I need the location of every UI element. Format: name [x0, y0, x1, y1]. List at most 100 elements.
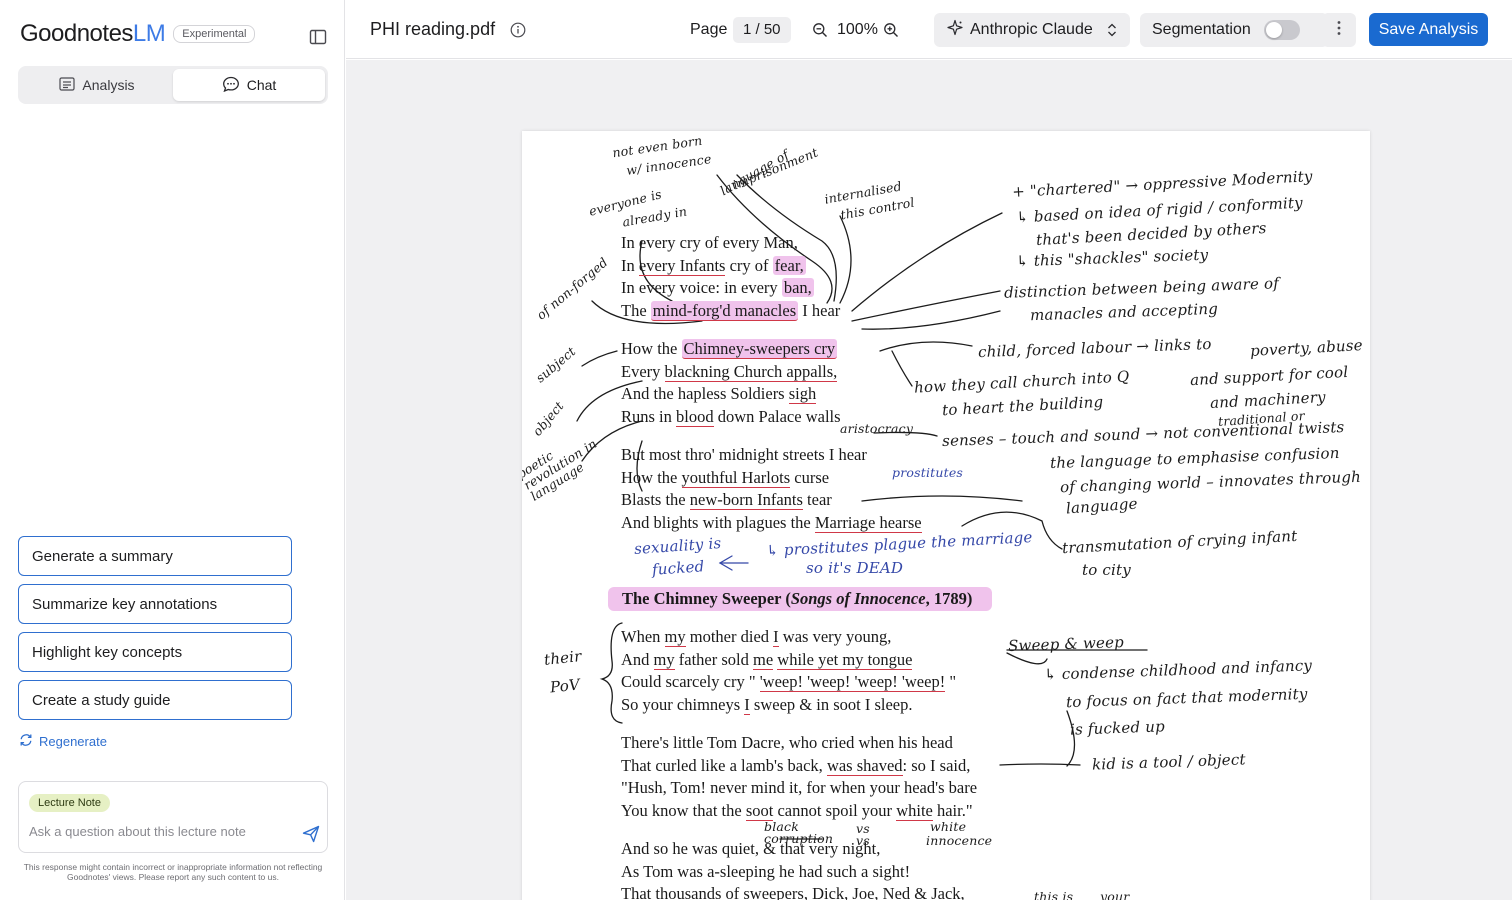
- underlined-text: youthful Harlots: [681, 467, 791, 488]
- app-window: Goodnotes LM Experimental Analysis Chat G…: [0, 0, 1512, 900]
- save-analysis-button[interactable]: Save Analysis: [1369, 13, 1488, 46]
- tab-chat[interactable]: Chat: [173, 69, 325, 101]
- tab-chat-label: Chat: [246, 77, 277, 93]
- document-viewer[interactable]: In every cry of every Man, In every Infan…: [346, 60, 1512, 900]
- underlined-text: was shaved: [826, 755, 903, 776]
- poem-line: And blights with plagues the Marriage he…: [621, 512, 922, 535]
- underlined-text: my: [664, 627, 686, 647]
- text-run: Runs in: [621, 406, 677, 426]
- poem-stanza: How the Chimney-sweepers cry Every blackn…: [621, 338, 841, 428]
- text-run: How the: [621, 339, 682, 358]
- toggle-knob: [1266, 22, 1282, 38]
- pdf-page[interactable]: In every cry of every Man, In every Infan…: [522, 131, 1370, 900]
- zoom-in-icon[interactable]: [883, 22, 899, 38]
- text-run: ": [945, 672, 957, 691]
- underlined-text: my: [653, 649, 675, 670]
- chat-input[interactable]: [29, 824, 289, 839]
- segmentation-toggle[interactable]: [1264, 20, 1300, 40]
- analysis-icon: [59, 76, 76, 94]
- poem-line: Blasts the new-born Infants tear: [621, 489, 922, 512]
- tab-analysis[interactable]: Analysis: [21, 69, 173, 101]
- poem-line: So your chimneys I sweep & in soot I sle…: [621, 694, 956, 717]
- tab-analysis-label: Analysis: [82, 77, 135, 93]
- underlined-text: new-born Infants: [689, 490, 803, 510]
- text-run: And: [621, 649, 654, 669]
- poem-line: Every blackning Church appalls,: [621, 361, 841, 384]
- text-run: down Palace walls: [713, 406, 841, 426]
- poem-stanza: There's little Tom Dacre, who cried when…: [621, 732, 977, 822]
- text-run: was very young,: [778, 627, 892, 646]
- underlined-text: blackning Church appalls,: [664, 361, 838, 382]
- suggestion-highlight-concepts[interactable]: Highlight key concepts: [18, 632, 292, 672]
- text-run: When: [621, 627, 665, 646]
- underlined-text: blood: [676, 406, 714, 427]
- handwritten-note: corruption: [764, 831, 834, 846]
- document-title: PHI reading.pdf: [370, 19, 496, 39]
- poem-line: How the Chimney-sweepers cry: [621, 338, 841, 361]
- segmentation-label: Segmentation: [1152, 21, 1251, 38]
- context-tag[interactable]: Lecture Note: [29, 794, 110, 812]
- regenerate-button[interactable]: Regenerate: [19, 733, 107, 750]
- more-options-button[interactable]: [1322, 13, 1356, 47]
- text-run: In every voice: in every: [621, 278, 782, 297]
- highlighted-text: fear,: [772, 255, 806, 275]
- poem-line: "Hush, Tom! never mind it, for when your…: [621, 777, 977, 800]
- text-run: : so I said,: [902, 755, 971, 775]
- text-run: That thousands of sweepers, Dick, Joe, N…: [621, 884, 965, 900]
- handwritten-note: PoV: [549, 675, 581, 697]
- page-number-input[interactable]: 1 / 50: [733, 17, 791, 43]
- model-selector[interactable]: Anthropic Claude: [934, 13, 1130, 47]
- brand-name: Goodnotes: [20, 20, 133, 47]
- info-icon[interactable]: [510, 22, 526, 38]
- section-heading: The Chimney Sweeper (Songs of Innocence,…: [608, 587, 993, 611]
- underlined-text: soot: [745, 800, 774, 821]
- sidebar: Goodnotes LM Experimental Analysis Chat G…: [0, 0, 345, 900]
- text-run: In every cry of every Man,: [621, 233, 798, 252]
- poem-line: When my mother died I was very young,: [621, 626, 956, 649]
- poem-stanza: But most thro' midnight streets I hear Ho…: [621, 444, 922, 534]
- suggestion-study-guide[interactable]: Create a study guide: [18, 680, 292, 720]
- handwritten-note: aristocracy: [840, 421, 914, 436]
- text-run: hair.": [932, 800, 973, 820]
- heading-italic: Songs of Innocence: [790, 589, 926, 608]
- poem-line: How the youthful Harlots curse: [621, 467, 922, 490]
- underlined-text: white: [896, 800, 933, 821]
- sidebar-toggle-icon[interactable]: [308, 27, 328, 47]
- zoom-out-icon[interactable]: [812, 22, 828, 38]
- text-run: tear: [802, 490, 832, 509]
- chat-icon: [222, 76, 240, 95]
- poem-line: As Tom was a-sleeping he had such a sigh…: [621, 861, 965, 884]
- poem-line: Runs in blood down Palace walls: [621, 406, 841, 429]
- underlined-text: while yet my tongue: [777, 649, 913, 670]
- suggestion-generate-summary[interactable]: Generate a summary: [18, 536, 292, 576]
- suggestion-summarize-annotations[interactable]: Summarize key annotations: [18, 584, 292, 624]
- disclaimer-text: This response might contain incorrect or…: [23, 862, 323, 882]
- handwritten-note: white: [930, 819, 967, 834]
- handwritten-note: innocence: [926, 833, 993, 848]
- text-run: And blights with plagues the: [621, 512, 815, 532]
- underlined-text: sigh: [788, 384, 817, 404]
- text-run: In: [621, 255, 639, 275]
- text-run: How the: [621, 467, 682, 487]
- send-icon[interactable]: [301, 824, 321, 844]
- text-run: The: [621, 300, 651, 320]
- text-run: As Tom was a-sleeping he had such a sigh…: [621, 861, 911, 881]
- poem-line: In every voice: in every ban,: [621, 277, 840, 300]
- text-run: You know that the: [621, 800, 746, 820]
- text-run: That curled like a lamb's back,: [621, 755, 827, 775]
- poem-line: That thousands of sweepers, Dick, Joe, N…: [621, 883, 965, 900]
- poem-line: The mind-forg'd manacles I hear: [621, 300, 840, 323]
- handwritten-note: vs: [856, 833, 870, 848]
- text-run: mother died: [685, 627, 774, 646]
- poem-line: In every cry of every Man,: [621, 232, 840, 255]
- text-run: cry of: [725, 255, 773, 275]
- highlighted-text: Chimney-sweepers cry: [681, 339, 838, 359]
- text-run: "Hush, Tom! never mind it, for when your…: [621, 778, 978, 797]
- poem-stanza: In every cry of every Man, In every Infan…: [621, 232, 840, 322]
- toolbar: PHI reading.pdf Page 1 / 50 100% Anthrop…: [346, 0, 1512, 59]
- text-run: So your chimneys: [621, 694, 745, 714]
- text-run: Every: [621, 361, 665, 381]
- poem-line: There's little Tom Dacre, who cried when…: [621, 732, 977, 755]
- highlighted-text: mind-forg'd manacles: [650, 300, 799, 321]
- text-run: father sold: [674, 649, 753, 669]
